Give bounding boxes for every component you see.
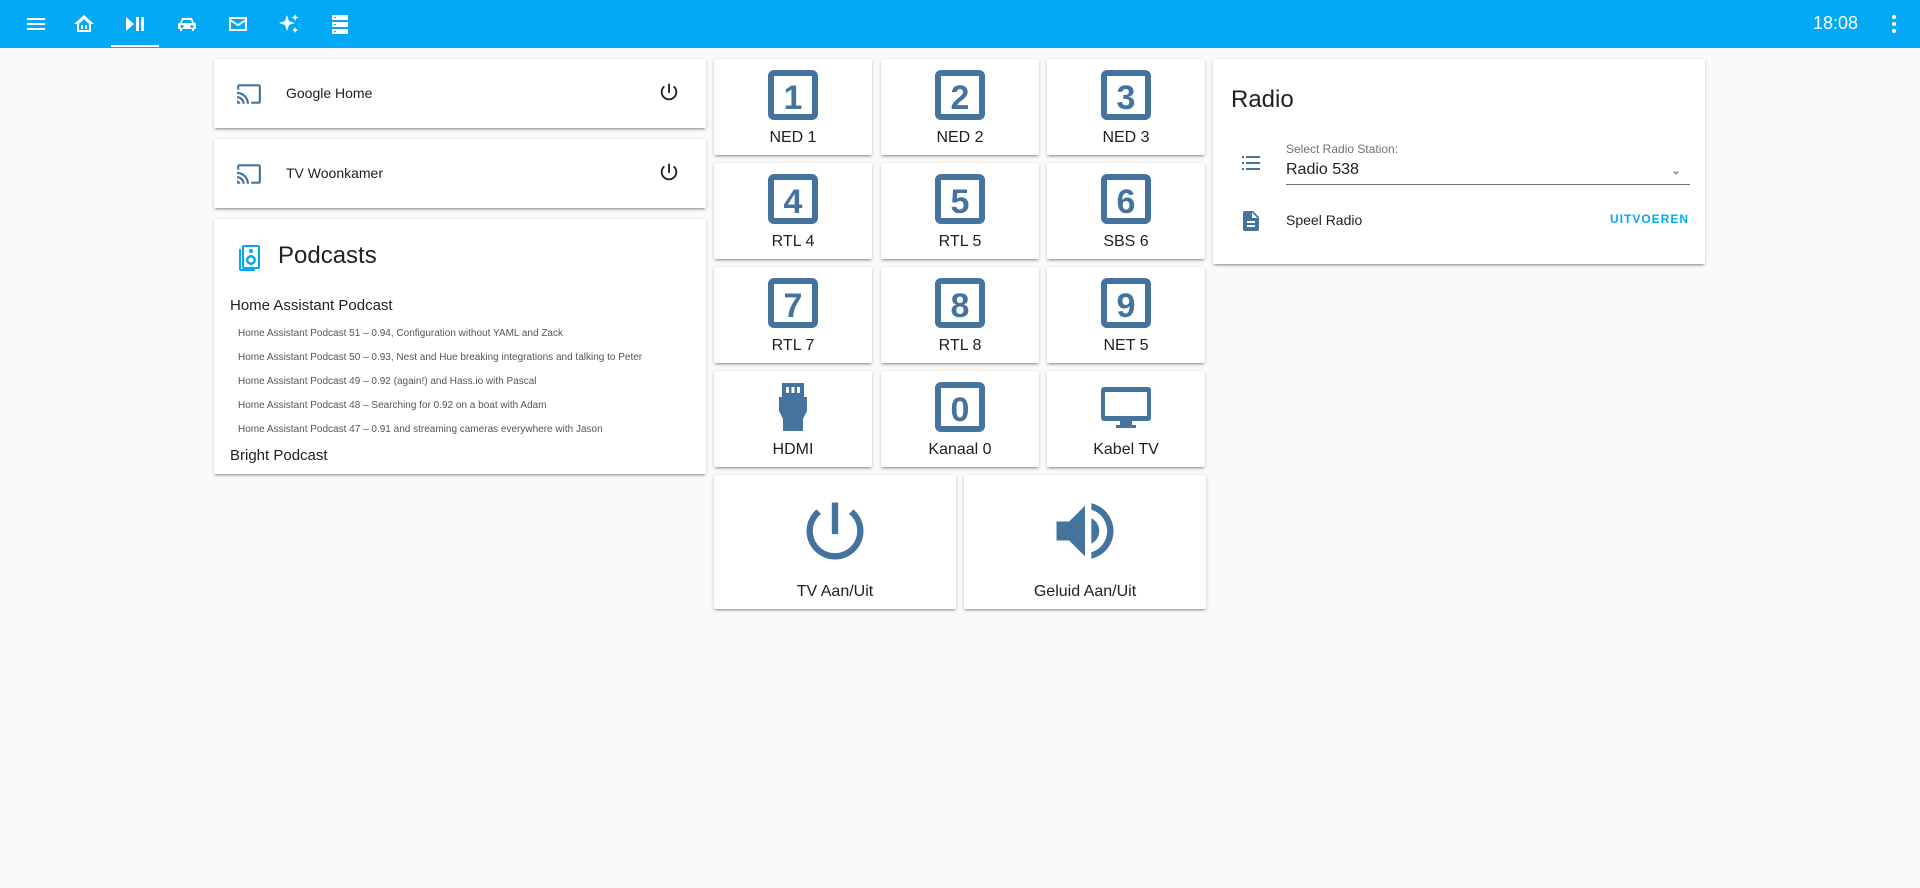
media-player-google-home[interactable]: Google Home: [214, 59, 706, 128]
svg-text:9: 9: [1117, 287, 1136, 325]
svg-text:0: 0: [951, 391, 970, 429]
numeric-2-box-icon: 2: [934, 69, 986, 121]
numeric-6-box-icon: 6: [1100, 173, 1152, 225]
tile-label: HDMI: [772, 441, 814, 458]
numeric-3-box-icon: 3: [1100, 69, 1152, 121]
numeric-9-box-icon: 9: [1100, 277, 1152, 329]
svg-text:3: 3: [1117, 79, 1136, 117]
channel-button-rtl-7[interactable]: 7 RTL 7: [714, 267, 872, 363]
svg-text:8: 8: [951, 287, 970, 325]
file-document-icon: [1239, 209, 1263, 233]
tile-label: RTL 4: [771, 233, 815, 250]
channel-button-kanaal-0[interactable]: 0 Kanaal 0: [881, 371, 1039, 467]
channel-button-hdmi[interactable]: HDMI: [714, 371, 872, 467]
radio-select-label: Select Radio Station:: [1286, 142, 1399, 156]
channel-button-rtl-8[interactable]: 8 RTL 8: [881, 267, 1039, 363]
podcasts-title: Podcasts: [278, 242, 377, 269]
tile-label: RTL 5: [938, 233, 982, 250]
media-player-name: TV Woonkamer: [286, 165, 383, 181]
podcast-episode[interactable]: Home Assistant Podcast 51 – 0.94, Config…: [238, 328, 563, 339]
tile-label: TV Aan/Uit: [796, 583, 874, 600]
numeric-4-box-icon: 4: [767, 173, 819, 225]
sparkles-icon[interactable]: [265, 0, 313, 48]
channel-button-ned-2[interactable]: 2 NED 2: [881, 59, 1039, 155]
tile-label: RTL 8: [938, 337, 982, 354]
tile-label: NED 3: [1102, 129, 1150, 146]
hdmi-port-icon: [767, 381, 819, 433]
run-script-button[interactable]: UITVOEREN: [1610, 212, 1689, 226]
clock: 18:08: [1812, 13, 1858, 33]
radio-station-select[interactable]: Radio 538: [1286, 161, 1359, 179]
tile-label: RTL 7: [771, 337, 815, 354]
svg-text:5: 5: [951, 183, 970, 221]
tile-label: Geluid Aan/Uit: [1033, 583, 1137, 600]
numeric-7-box-icon: 7: [767, 277, 819, 329]
tile-label: NED 2: [936, 129, 984, 146]
tv-power-button[interactable]: TV Aan/Uit: [714, 475, 956, 609]
format-list-icon: [1239, 151, 1263, 175]
select-underline: [1286, 184, 1690, 185]
television-icon: [1100, 381, 1152, 433]
numeric-0-box-icon: 0: [934, 381, 986, 433]
more-vert-icon[interactable]: [1882, 12, 1906, 36]
chevron-down-icon[interactable]: [1668, 165, 1684, 181]
server-icon[interactable]: [316, 0, 364, 48]
tile-label: NED 1: [769, 129, 817, 146]
volume-icon: [1047, 493, 1123, 569]
podcasts-card: Podcasts Home Assistant Podcast Home Ass…: [214, 219, 706, 474]
podcast-episode[interactable]: Home Assistant Podcast 47 – 0.91 and str…: [238, 424, 603, 435]
script-name: Speel Radio: [1286, 212, 1363, 228]
power-icon[interactable]: [658, 161, 682, 185]
svg-text:7: 7: [784, 287, 803, 325]
cast-icon: [236, 161, 262, 187]
podcast-episode[interactable]: Home Assistant Podcast 50 – 0.93, Nest a…: [238, 352, 642, 363]
channel-button-rtl-5[interactable]: 5 RTL 5: [881, 163, 1039, 259]
numeric-5-box-icon: 5: [934, 173, 986, 225]
tile-label: SBS 6: [1103, 233, 1149, 250]
home-automation-icon[interactable]: [60, 0, 108, 48]
power-icon[interactable]: [658, 81, 682, 105]
cast-icon: [236, 81, 262, 107]
numeric-8-box-icon: 8: [934, 277, 986, 329]
svg-text:1: 1: [784, 79, 803, 117]
radio-title: Radio: [1231, 86, 1294, 113]
podcast-episode[interactable]: Home Assistant Podcast 49 – 0.92 (again!…: [238, 376, 537, 387]
podcast-episode[interactable]: Home Assistant Podcast 48 – Searching fo…: [238, 400, 547, 411]
channel-button-ned-1[interactable]: 1 NED 1: [714, 59, 872, 155]
top-toolbar: 18:08: [0, 0, 1920, 48]
channel-button-ned-3[interactable]: 3 NED 3: [1047, 59, 1205, 155]
mail-icon[interactable]: [214, 0, 262, 48]
speaker-podcast-icon: [238, 243, 262, 271]
svg-text:2: 2: [951, 79, 970, 117]
svg-text:6: 6: [1117, 183, 1136, 221]
active-tab-indicator: [111, 45, 159, 47]
radio-card: Radio Select Radio Station: Radio 538 Sp…: [1213, 59, 1705, 264]
power-icon: [797, 493, 873, 569]
podcast-group-title[interactable]: Home Assistant Podcast: [230, 297, 393, 314]
sound-toggle-button[interactable]: Geluid Aan/Uit: [964, 475, 1206, 609]
channel-button-net-5[interactable]: 9 NET 5: [1047, 267, 1205, 363]
channel-button-kabel-tv[interactable]: Kabel TV: [1047, 371, 1205, 467]
menu-icon[interactable]: [12, 0, 60, 48]
channel-button-rtl-4[interactable]: 4 RTL 4: [714, 163, 872, 259]
media-player-name: Google Home: [286, 85, 373, 101]
svg-text:4: 4: [784, 183, 803, 221]
tile-label: Kabel TV: [1093, 441, 1159, 458]
numeric-1-box-icon: 1: [767, 69, 819, 121]
play-pause-icon[interactable]: [111, 0, 159, 48]
channel-button-sbs-6[interactable]: 6 SBS 6: [1047, 163, 1205, 259]
tile-label: NET 5: [1103, 337, 1149, 354]
tile-label: Kanaal 0: [928, 441, 992, 458]
media-player-tv-woonkamer[interactable]: TV Woonkamer: [214, 139, 706, 208]
podcast-group-title[interactable]: Bright Podcast: [230, 447, 328, 464]
car-icon[interactable]: [163, 0, 211, 48]
